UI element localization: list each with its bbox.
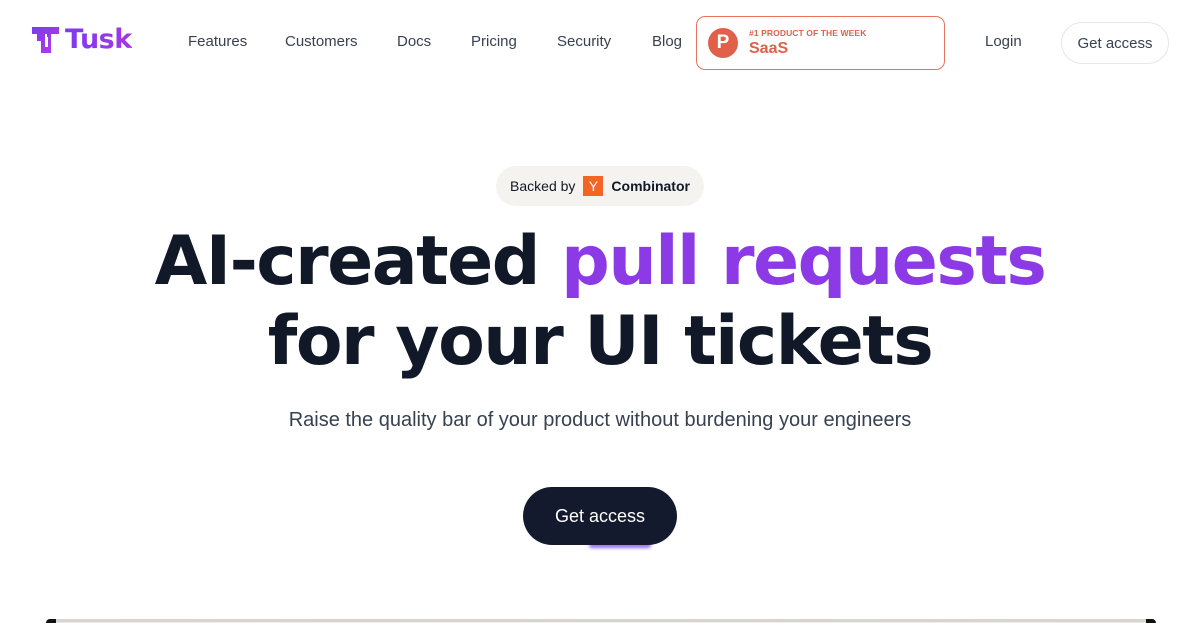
- hero-headline: AI-created pull requests for your UI tic…: [0, 222, 1200, 382]
- preview-frame-left-corner: [46, 619, 56, 623]
- nav-get-access-button[interactable]: Get access: [1061, 22, 1169, 64]
- headline-line2: for your UI tickets: [267, 302, 934, 381]
- backed-by-label: Backed by: [510, 178, 576, 194]
- product-hunt-category: SaaS: [749, 40, 789, 57]
- nav-link-customers[interactable]: Customers: [285, 33, 358, 51]
- nav-link-docs[interactable]: Docs: [397, 33, 431, 51]
- hero-subtitle: Raise the quality bar of your product wi…: [288, 409, 912, 431]
- headline-part1: AI-created: [154, 222, 562, 301]
- nav-link-pricing[interactable]: Pricing: [471, 33, 517, 51]
- y-combinator-icon: Y: [583, 176, 604, 196]
- product-preview-frame: [46, 619, 1156, 623]
- login-link[interactable]: Login: [985, 33, 1022, 51]
- preview-frame-right-corner: [1146, 619, 1156, 623]
- product-hunt-caption: #1 PRODUCT OF THE WEEK: [749, 28, 867, 38]
- nav-link-security[interactable]: Security: [557, 33, 611, 51]
- logo-link[interactable]: Tusk: [32, 26, 132, 53]
- product-hunt-text: #1 PRODUCT OF THE WEEK SaaS: [749, 28, 866, 58]
- product-hunt-icon: P: [708, 28, 738, 58]
- nav-link-blog[interactable]: Blog: [652, 33, 682, 51]
- backed-by-yc-badge: Backed by Y Combinator: [496, 166, 704, 206]
- y-combinator-name: Combinator: [611, 178, 690, 194]
- tusk-logo-icon: [32, 26, 59, 53]
- top-navigation: Tusk Features Customers Docs Pricing Sec…: [0, 0, 1200, 86]
- product-hunt-badge[interactable]: P #1 PRODUCT OF THE WEEK SaaS: [696, 16, 945, 70]
- nav-link-features[interactable]: Features: [188, 33, 247, 51]
- hero-get-access-button[interactable]: Get access: [523, 487, 677, 545]
- headline-accent: pull requests: [561, 222, 1047, 301]
- cta-container: Get access: [523, 487, 677, 549]
- brand-name: Tusk: [65, 24, 132, 55]
